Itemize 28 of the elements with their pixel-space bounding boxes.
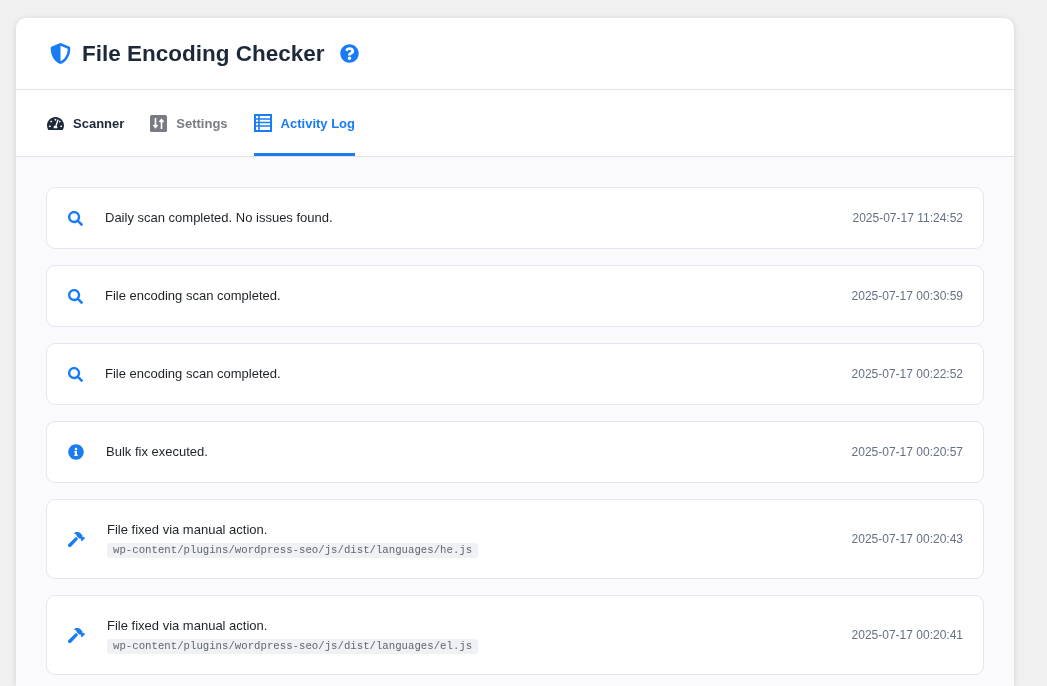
log-timestamp: 2025-07-17 00:22:52 [851, 367, 963, 381]
info-icon [68, 444, 84, 460]
search-icon [68, 366, 83, 382]
log-message: File encoding scan completed. [105, 365, 281, 383]
log-message: Bulk fix executed. [106, 443, 208, 461]
hammer-icon [68, 530, 85, 548]
log-message: File fixed via manual action. [107, 521, 268, 539]
page-title: File Encoding Checker [82, 40, 325, 67]
help-icon[interactable] [339, 44, 359, 63]
sliders-icon [150, 114, 168, 132]
search-icon [68, 288, 83, 304]
file-path: wp-content/plugins/wordpress-seo/js/dist/languages/he.js [107, 543, 479, 558]
gauge-icon [47, 114, 64, 132]
tab[interactable]: Settings [150, 90, 228, 156]
log-timestamp: 2025-07-17 00:30:59 [851, 289, 963, 303]
list-icon [253, 114, 272, 132]
log-message: File fixed via manual action. [107, 617, 268, 635]
log-timestamp: 2025-07-17 00:20:41 [851, 628, 963, 642]
log-timestamp: 2025-07-17 00:20:43 [851, 532, 963, 546]
log-message: File encoding scan completed. [105, 287, 281, 305]
file-path: wp-content/plugins/wordpress-seo/js/dist/languages/el.js [107, 639, 479, 654]
hammer-icon [68, 626, 85, 644]
tab[interactable]: Scanner [47, 90, 125, 156]
log-timestamp: 2025-07-17 11:24:52 [852, 211, 963, 225]
log-timestamp: 2025-07-17 00:20:57 [851, 445, 963, 459]
shield-icon [50, 43, 71, 64]
search-icon [68, 210, 83, 226]
log-message: Daily scan completed. No issues found. [105, 209, 333, 227]
